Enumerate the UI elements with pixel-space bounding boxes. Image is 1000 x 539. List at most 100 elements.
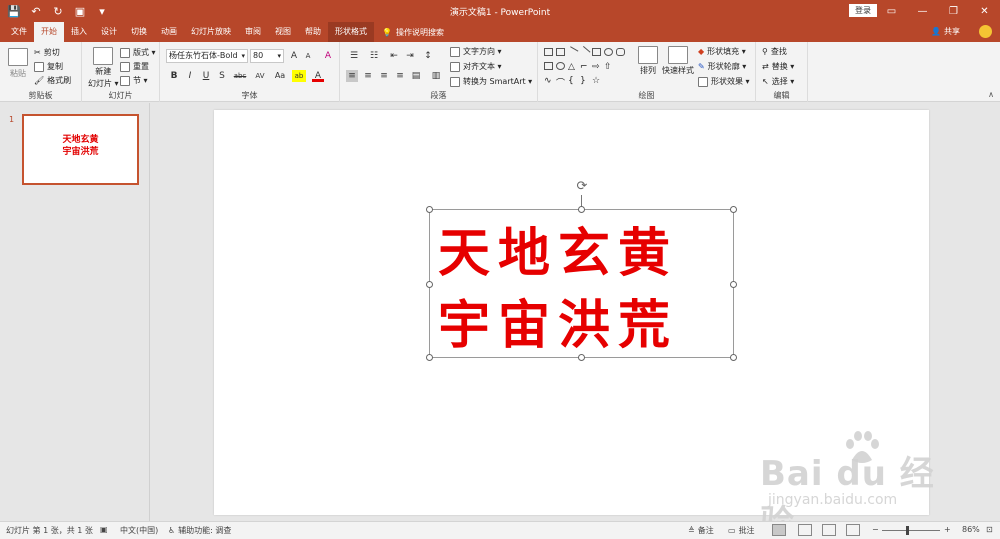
shadow-button[interactable]: S	[216, 70, 228, 82]
tell-me-search[interactable]: 💡 操作说明搜索	[374, 22, 444, 42]
feedback-smiley-icon[interactable]	[979, 25, 992, 38]
zoom-level[interactable]: 86%	[962, 525, 980, 534]
freeform-shape-icon[interactable]: ⌒	[556, 76, 565, 89]
reset-button[interactable]: 重置	[120, 61, 149, 72]
bullets-icon[interactable]: ☰	[346, 50, 362, 62]
normal-view-button[interactable]	[772, 524, 786, 536]
collapse-ribbon-icon[interactable]: ∧	[988, 90, 994, 99]
cut-button[interactable]: ✂ 剪切	[34, 47, 60, 58]
tab-view[interactable]: 视图	[268, 22, 298, 42]
align-right-icon[interactable]: ≡	[378, 70, 390, 82]
restore-button[interactable]: ❐	[938, 0, 969, 22]
change-case-button[interactable]: Aa	[272, 70, 288, 82]
increase-indent-icon[interactable]: ⇥	[404, 50, 416, 62]
select-button[interactable]: ↖ 选择 ▾	[762, 76, 794, 87]
arrow-shape-icon[interactable]	[578, 46, 591, 58]
text-direction-button[interactable]: 文字方向 ▾	[450, 46, 502, 57]
shapes-gallery[interactable]: △ ⌐ ⇨ ⇧ ∿ ⌒ { } ☆	[544, 46, 628, 89]
align-text-button[interactable]: 对齐文本 ▾	[450, 61, 502, 72]
share-button[interactable]: 👤 共享	[931, 26, 960, 37]
login-button[interactable]: 登录	[849, 4, 877, 17]
shrink-font-button[interactable]: A	[302, 50, 314, 62]
align-center-icon[interactable]: ≡	[362, 70, 374, 82]
font-size-combo[interactable]: 80 ▾	[250, 49, 284, 63]
minimize-button[interactable]: —	[907, 0, 938, 22]
close-button[interactable]: ✕	[969, 0, 1000, 22]
tab-home[interactable]: 开始	[34, 22, 64, 42]
resize-handle-bottom-right[interactable]	[730, 354, 737, 361]
comments-button[interactable]: ▭ 批注	[728, 525, 755, 536]
resize-handle-right[interactable]	[730, 281, 737, 288]
rectangle-shape-icon[interactable]	[592, 48, 601, 56]
line-spacing-icon[interactable]: ↕	[422, 50, 434, 62]
font-name-combo[interactable]: 杨任东竹石体-Bold ▾	[166, 49, 248, 63]
spellcheck-icon[interactable]: ▣	[100, 525, 108, 534]
line-shape-icon[interactable]	[566, 46, 579, 58]
language-indicator[interactable]: 中文(中国)	[120, 525, 158, 536]
slide-sorter-view-button[interactable]	[798, 524, 812, 536]
slide-thumbnail[interactable]: 天地玄黄 宇宙洪荒	[22, 114, 139, 185]
vertical-textbox-shape-icon[interactable]	[556, 48, 565, 56]
zoom-in-button[interactable]: +	[944, 525, 951, 534]
distribute-icon[interactable]: ▤	[410, 70, 422, 82]
rounded-rect-shape-icon[interactable]	[616, 48, 625, 56]
textbox-shape-icon[interactable]	[544, 48, 553, 56]
arrange-button[interactable]: 排列	[638, 46, 658, 76]
slide-text-content[interactable]: 天地玄黄 宇宙洪荒	[438, 218, 678, 362]
underline-button[interactable]: U	[200, 70, 212, 82]
paste-button[interactable]: 粘贴	[8, 48, 28, 79]
resize-handle-top-right[interactable]	[730, 206, 737, 213]
convert-smartart-button[interactable]: 转换为 SmartArt ▾	[450, 76, 532, 87]
new-slide-button[interactable]: 新建 幻灯片 ▾	[88, 47, 119, 89]
tab-slideshow[interactable]: 幻灯片放映	[184, 22, 238, 42]
tab-shape-format[interactable]: 形状格式	[328, 22, 374, 42]
tab-design[interactable]: 设计	[94, 22, 124, 42]
ribbon-display-icon[interactable]: ▭	[876, 0, 907, 22]
grow-font-button[interactable]: A	[288, 50, 300, 62]
circle-shape-icon[interactable]	[556, 62, 565, 70]
find-button[interactable]: ⚲ 查找	[762, 46, 787, 57]
up-arrow-shape-icon[interactable]: ⇧	[604, 62, 613, 72]
triangle-shape-icon[interactable]: △	[568, 62, 577, 72]
connector-shape-icon[interactable]: ⌐	[580, 62, 589, 72]
strikethrough-button[interactable]: abc	[232, 70, 248, 82]
justify-icon[interactable]: ≡	[394, 70, 406, 82]
clear-formatting-button[interactable]: A	[322, 50, 334, 62]
numbering-icon[interactable]: ☷	[366, 50, 382, 62]
italic-button[interactable]: I	[184, 70, 196, 82]
resize-handle-left[interactable]	[426, 281, 433, 288]
notes-button[interactable]: ≜ 备注	[688, 525, 714, 536]
tab-review[interactable]: 审阅	[238, 22, 268, 42]
accessibility-indicator[interactable]: ♿ 辅助功能: 调查	[168, 525, 231, 536]
copy-button[interactable]: 复制	[34, 61, 63, 72]
zoom-slider-thumb[interactable]	[905, 526, 909, 535]
rotate-handle-icon[interactable]: ⟳	[575, 180, 589, 194]
layout-button[interactable]: 版式 ▾	[120, 47, 156, 58]
tab-transitions[interactable]: 切换	[124, 22, 154, 42]
shape-effects-button[interactable]: 形状效果 ▾	[698, 76, 750, 87]
tab-help[interactable]: 帮助	[298, 22, 328, 42]
selected-textbox[interactable]: ⟳ 天地玄黄 宇宙洪荒	[426, 180, 737, 361]
curve-shape-icon[interactable]: ∿	[544, 76, 553, 86]
align-left-icon[interactable]: ≡	[346, 70, 358, 82]
columns-icon[interactable]: ▥	[430, 70, 442, 82]
brace-shape-icon[interactable]: }	[580, 76, 589, 86]
font-color-button[interactable]: A	[312, 70, 324, 82]
reading-view-button[interactable]	[822, 524, 836, 536]
fit-slide-icon[interactable]: ⊡	[986, 525, 993, 534]
section-button[interactable]: 节 ▾	[120, 75, 148, 86]
bold-button[interactable]: B	[168, 70, 180, 82]
zoom-slider[interactable]	[882, 526, 940, 535]
bracket-shape-icon[interactable]: {	[568, 76, 577, 86]
shape-fill-button[interactable]: ◆ 形状填充 ▾	[698, 46, 746, 57]
highlight-button[interactable]: ab	[292, 70, 306, 82]
slideshow-view-button[interactable]	[846, 524, 860, 536]
format-painter-button[interactable]: 🖌 格式刷	[34, 75, 71, 86]
quick-styles-button[interactable]: 快速样式	[662, 46, 694, 76]
right-arrow-shape-icon[interactable]: ⇨	[592, 62, 601, 72]
tab-file[interactable]: 文件	[4, 22, 34, 42]
shape-outline-button[interactable]: ✎ 形状轮廓 ▾	[698, 61, 746, 72]
oval-shape-icon[interactable]	[604, 48, 613, 56]
replace-button[interactable]: ⇄ 替换 ▾	[762, 61, 794, 72]
decrease-indent-icon[interactable]: ⇤	[388, 50, 400, 62]
